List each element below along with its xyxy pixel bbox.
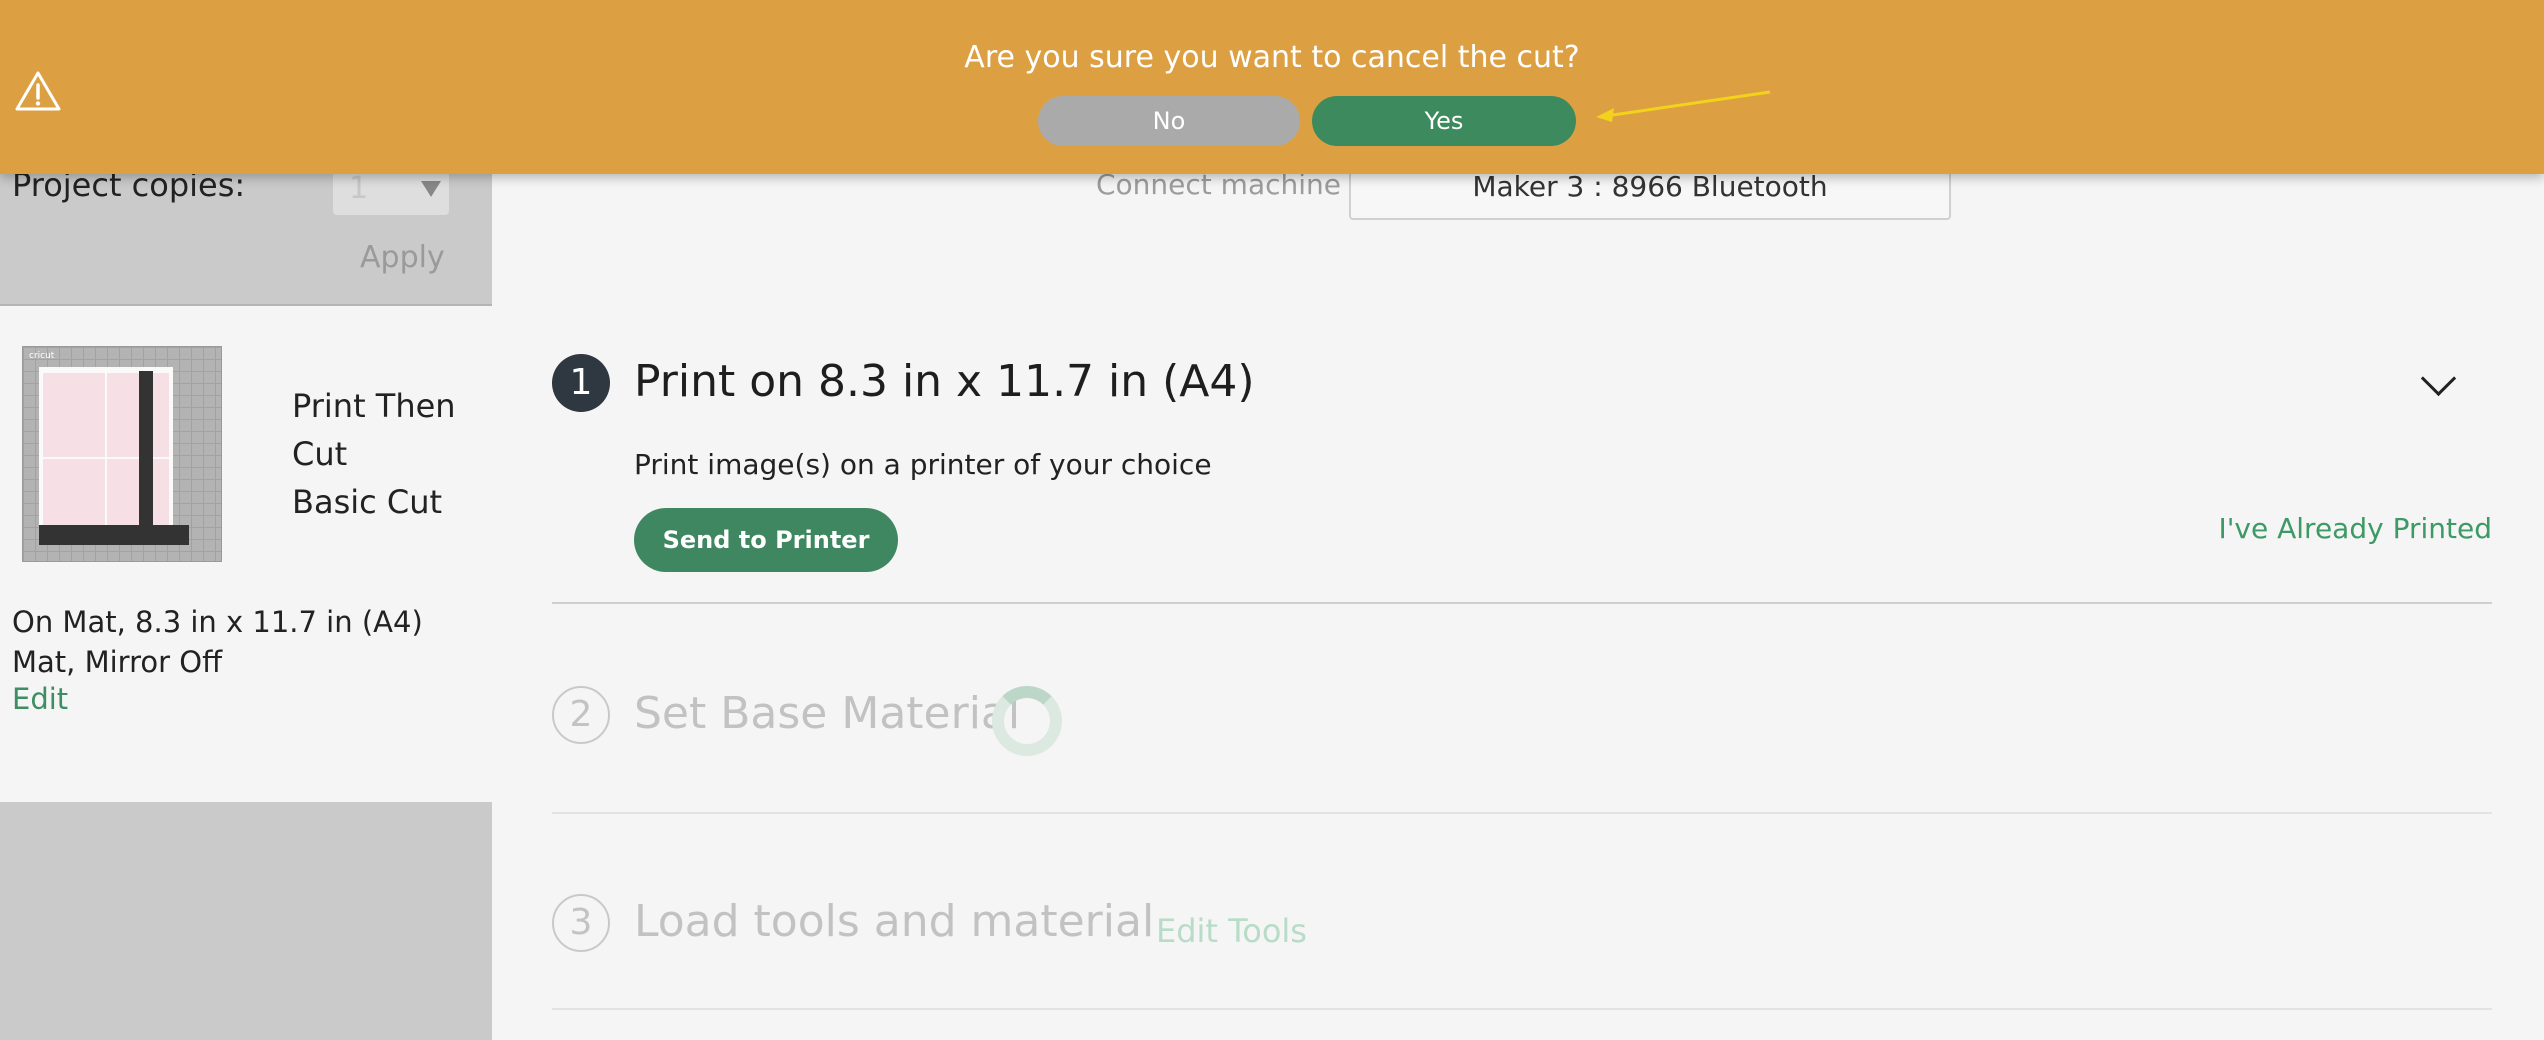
mat-card[interactable]: cricut Print Then Cut Basic Cut On Mat, … bbox=[0, 306, 492, 802]
mat-registration-bar bbox=[139, 371, 153, 539]
step-divider bbox=[552, 812, 2492, 814]
mat-label-line: Basic Cut bbox=[292, 483, 443, 521]
yes-button[interactable]: Yes bbox=[1312, 96, 1576, 146]
mat-label-line: Print Then bbox=[292, 387, 456, 425]
step-2-title: Set Base Material bbox=[634, 688, 1021, 739]
edit-mat-link[interactable]: Edit bbox=[12, 682, 68, 716]
step-divider bbox=[552, 602, 2492, 604]
loading-spinner-icon bbox=[992, 686, 1062, 756]
send-to-printer-button[interactable]: Send to Printer bbox=[634, 508, 898, 572]
dropdown-arrow-icon bbox=[421, 181, 441, 197]
no-button[interactable]: No bbox=[1038, 96, 1300, 146]
project-copies-value: 1 bbox=[349, 171, 369, 206]
mat-thumbnail[interactable]: cricut bbox=[22, 346, 222, 562]
edit-tools-link[interactable]: Edit Tools bbox=[1156, 912, 1307, 950]
chevron-down-icon[interactable] bbox=[2420, 360, 2457, 397]
step-3-title: Load tools and material bbox=[634, 896, 1155, 947]
step-2-number: 2 bbox=[552, 686, 610, 744]
mat-label-line: Cut bbox=[292, 435, 348, 473]
already-printed-link[interactable]: I've Already Printed bbox=[2218, 512, 2492, 545]
apply-button[interactable]: Apply bbox=[360, 240, 445, 275]
warning-icon bbox=[15, 71, 61, 111]
mat-image-quadrant bbox=[43, 373, 105, 457]
step-divider bbox=[552, 1008, 2492, 1010]
mat-registration-bar bbox=[39, 525, 189, 545]
annotation-arrow-icon bbox=[1596, 90, 1771, 122]
mat-labels: Print Then Cut Basic Cut bbox=[292, 382, 472, 526]
step-1-subtitle: Print image(s) on a printer of your choi… bbox=[634, 448, 1212, 481]
machine-name: Maker 3 : 8966 Bluetooth bbox=[1472, 170, 1828, 203]
step-1-title: Print on 8.3 in x 11.7 in (A4) bbox=[634, 356, 1255, 407]
cancel-cut-banner: Are you sure you want to cancel the cut?… bbox=[0, 0, 2544, 174]
step-1-number: 1 bbox=[552, 354, 610, 412]
cancel-cut-question: Are you sure you want to cancel the cut? bbox=[964, 40, 1580, 75]
mat-logo: cricut bbox=[29, 351, 55, 361]
mat-image-quadrant bbox=[107, 373, 169, 457]
mat-info: On Mat, 8.3 in x 11.7 in (A4) Mat, Mirro… bbox=[12, 605, 423, 679]
step-3-number: 3 bbox=[552, 894, 610, 952]
